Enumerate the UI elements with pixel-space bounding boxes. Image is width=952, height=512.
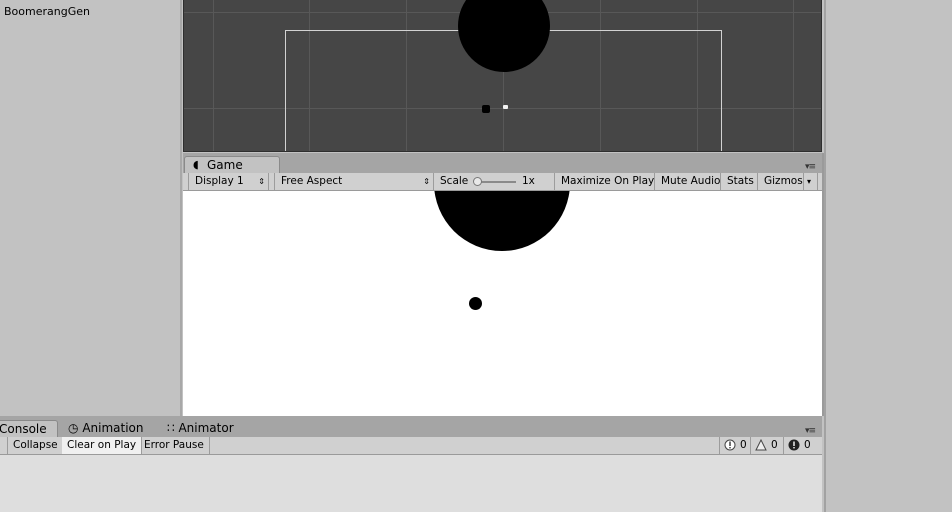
display-select[interactable]: Display 1 ⇕ (188, 173, 269, 190)
scene-ball-object[interactable] (482, 105, 490, 113)
panel-divider[interactable] (180, 0, 182, 416)
panel-divider[interactable] (822, 153, 824, 416)
game-view[interactable] (183, 191, 822, 416)
info-icon (724, 439, 736, 451)
game-ball-object (469, 297, 482, 310)
pacman-icon: ◖ (193, 158, 199, 171)
gizmos-dropdown[interactable]: ▾ (804, 173, 818, 190)
collapse-button[interactable]: Collapse (8, 437, 64, 454)
clear-on-play-button[interactable]: Clear on Play (62, 437, 143, 454)
scene-grid-line (213, 0, 214, 151)
scale-value: 1x (522, 175, 535, 187)
scale-slider-track[interactable] (478, 181, 516, 183)
game-circle-object (434, 191, 570, 251)
error-icon (788, 439, 800, 451)
gizmos-toggle[interactable]: Gizmos (758, 173, 804, 190)
updown-icon: ⇕ (258, 177, 265, 186)
console-log-area[interactable] (0, 455, 822, 512)
mute-audio-toggle[interactable]: Mute Audio (655, 173, 721, 190)
scene-grid-line (793, 0, 794, 151)
inspector-panel (824, 0, 952, 512)
maximize-on-play-toggle[interactable]: Maximize On Play (555, 173, 655, 190)
hierarchy-panel (0, 0, 180, 416)
tab-console[interactable]: Console (0, 420, 58, 437)
aspect-select[interactable]: Free Aspect ⇕ (274, 173, 434, 190)
error-pause-button[interactable]: Error Pause (139, 437, 210, 454)
tab-animator[interactable]: ∷ Animator (167, 421, 234, 435)
panel-menu-icon[interactable]: ▾≡ (805, 162, 816, 172)
clock-icon: ◷ (68, 421, 79, 435)
tab-game[interactable]: ◖ Game (184, 156, 280, 173)
clear-button[interactable] (0, 437, 8, 454)
panel-menu-icon[interactable]: ▾≡ (805, 426, 816, 436)
scene-gizmo[interactable] (503, 105, 508, 109)
info-count-toggle[interactable]: 0 (719, 437, 750, 454)
updown-icon: ⇕ (423, 177, 430, 186)
tab-animation[interactable]: ◷ Animation (68, 421, 144, 435)
stats-toggle[interactable]: Stats (721, 173, 758, 190)
nodes-icon: ∷ (167, 421, 175, 435)
chevron-down-icon: ▾ (807, 177, 812, 186)
hierarchy-item-boomeranggen[interactable]: BoomerangGen (4, 5, 90, 18)
warning-count-toggle[interactable]: 0 (750, 437, 783, 454)
error-count-toggle[interactable]: 0 (783, 437, 818, 454)
scale-slider-handle[interactable] (473, 177, 482, 186)
warning-icon (755, 439, 767, 451)
scene-view[interactable] (183, 0, 822, 152)
